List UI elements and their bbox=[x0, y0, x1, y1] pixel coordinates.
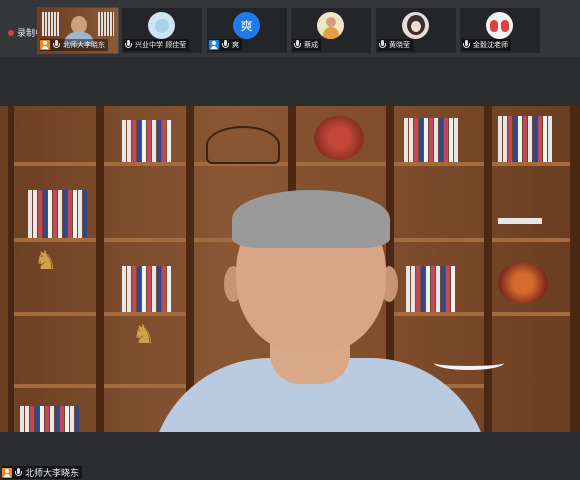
participant-tile[interactable]: 蔡成 bbox=[291, 8, 371, 53]
avatar-initial: 爽 bbox=[240, 19, 253, 33]
participant-tile[interactable]: 黄晓莹 bbox=[376, 8, 456, 53]
participant-name: 爽 bbox=[232, 41, 239, 49]
record-dot-icon bbox=[8, 29, 14, 36]
horn-decor bbox=[434, 356, 504, 370]
microphone-icon bbox=[221, 40, 230, 50]
participant-name: 北师大李晓东 bbox=[63, 41, 105, 49]
participant-avatar bbox=[148, 12, 175, 39]
host-icon bbox=[40, 40, 50, 50]
participant-tile[interactable]: 北师大李晓东 bbox=[37, 7, 119, 54]
participant-name: 蔡成 bbox=[304, 41, 318, 49]
participant-avatar bbox=[486, 12, 513, 39]
horse-statue: ♞ bbox=[132, 320, 156, 350]
participant-name-bar: 黄晓莹 bbox=[378, 39, 413, 51]
speaker-hair bbox=[232, 190, 390, 248]
speaker-name-tag: 北师大李晓东 bbox=[2, 466, 83, 479]
bicycle-decor bbox=[206, 126, 280, 164]
participant-tile[interactable]: 爽 爽 bbox=[207, 8, 287, 53]
microphone-icon bbox=[462, 40, 471, 50]
participant-avatar bbox=[317, 12, 344, 39]
participant-name: 黄晓莹 bbox=[389, 41, 410, 49]
participant-name-bar: 蔡成 bbox=[293, 39, 321, 51]
participant-name: 兴业中学 顾佳莹 bbox=[135, 41, 187, 49]
bottom-area bbox=[0, 432, 580, 480]
decorative-plate bbox=[498, 262, 548, 304]
host-icon bbox=[2, 467, 12, 478]
participant-name-bar: 爽 bbox=[209, 39, 242, 51]
microphone-icon bbox=[124, 40, 133, 50]
participant-name-bar: 兴业中学 顾佳莹 bbox=[124, 39, 190, 51]
participant-name-bar: 金毅沈老师 bbox=[462, 39, 511, 51]
participant-avatar: 爽 bbox=[233, 12, 260, 39]
participant-avatar bbox=[402, 12, 429, 39]
speaker-name: 北师大李晓东 bbox=[25, 469, 80, 479]
participant-tile[interactable]: 兴业中学 顾佳莹 bbox=[122, 8, 202, 53]
participant-name-bar: 北师大李晓东 bbox=[40, 39, 108, 51]
horse-statue: ♞ bbox=[34, 246, 58, 276]
main-video[interactable]: ♞ ♞ bbox=[0, 106, 580, 432]
user-icon bbox=[209, 40, 219, 50]
microphone-icon bbox=[52, 40, 61, 50]
participant-tile[interactable]: 金毅沈老师 bbox=[460, 8, 540, 53]
microphone-icon bbox=[378, 40, 387, 50]
decorative-plate bbox=[314, 116, 364, 160]
participant-name: 金毅沈老师 bbox=[473, 41, 508, 49]
microphone-icon bbox=[14, 467, 23, 478]
microphone-icon bbox=[293, 40, 302, 50]
